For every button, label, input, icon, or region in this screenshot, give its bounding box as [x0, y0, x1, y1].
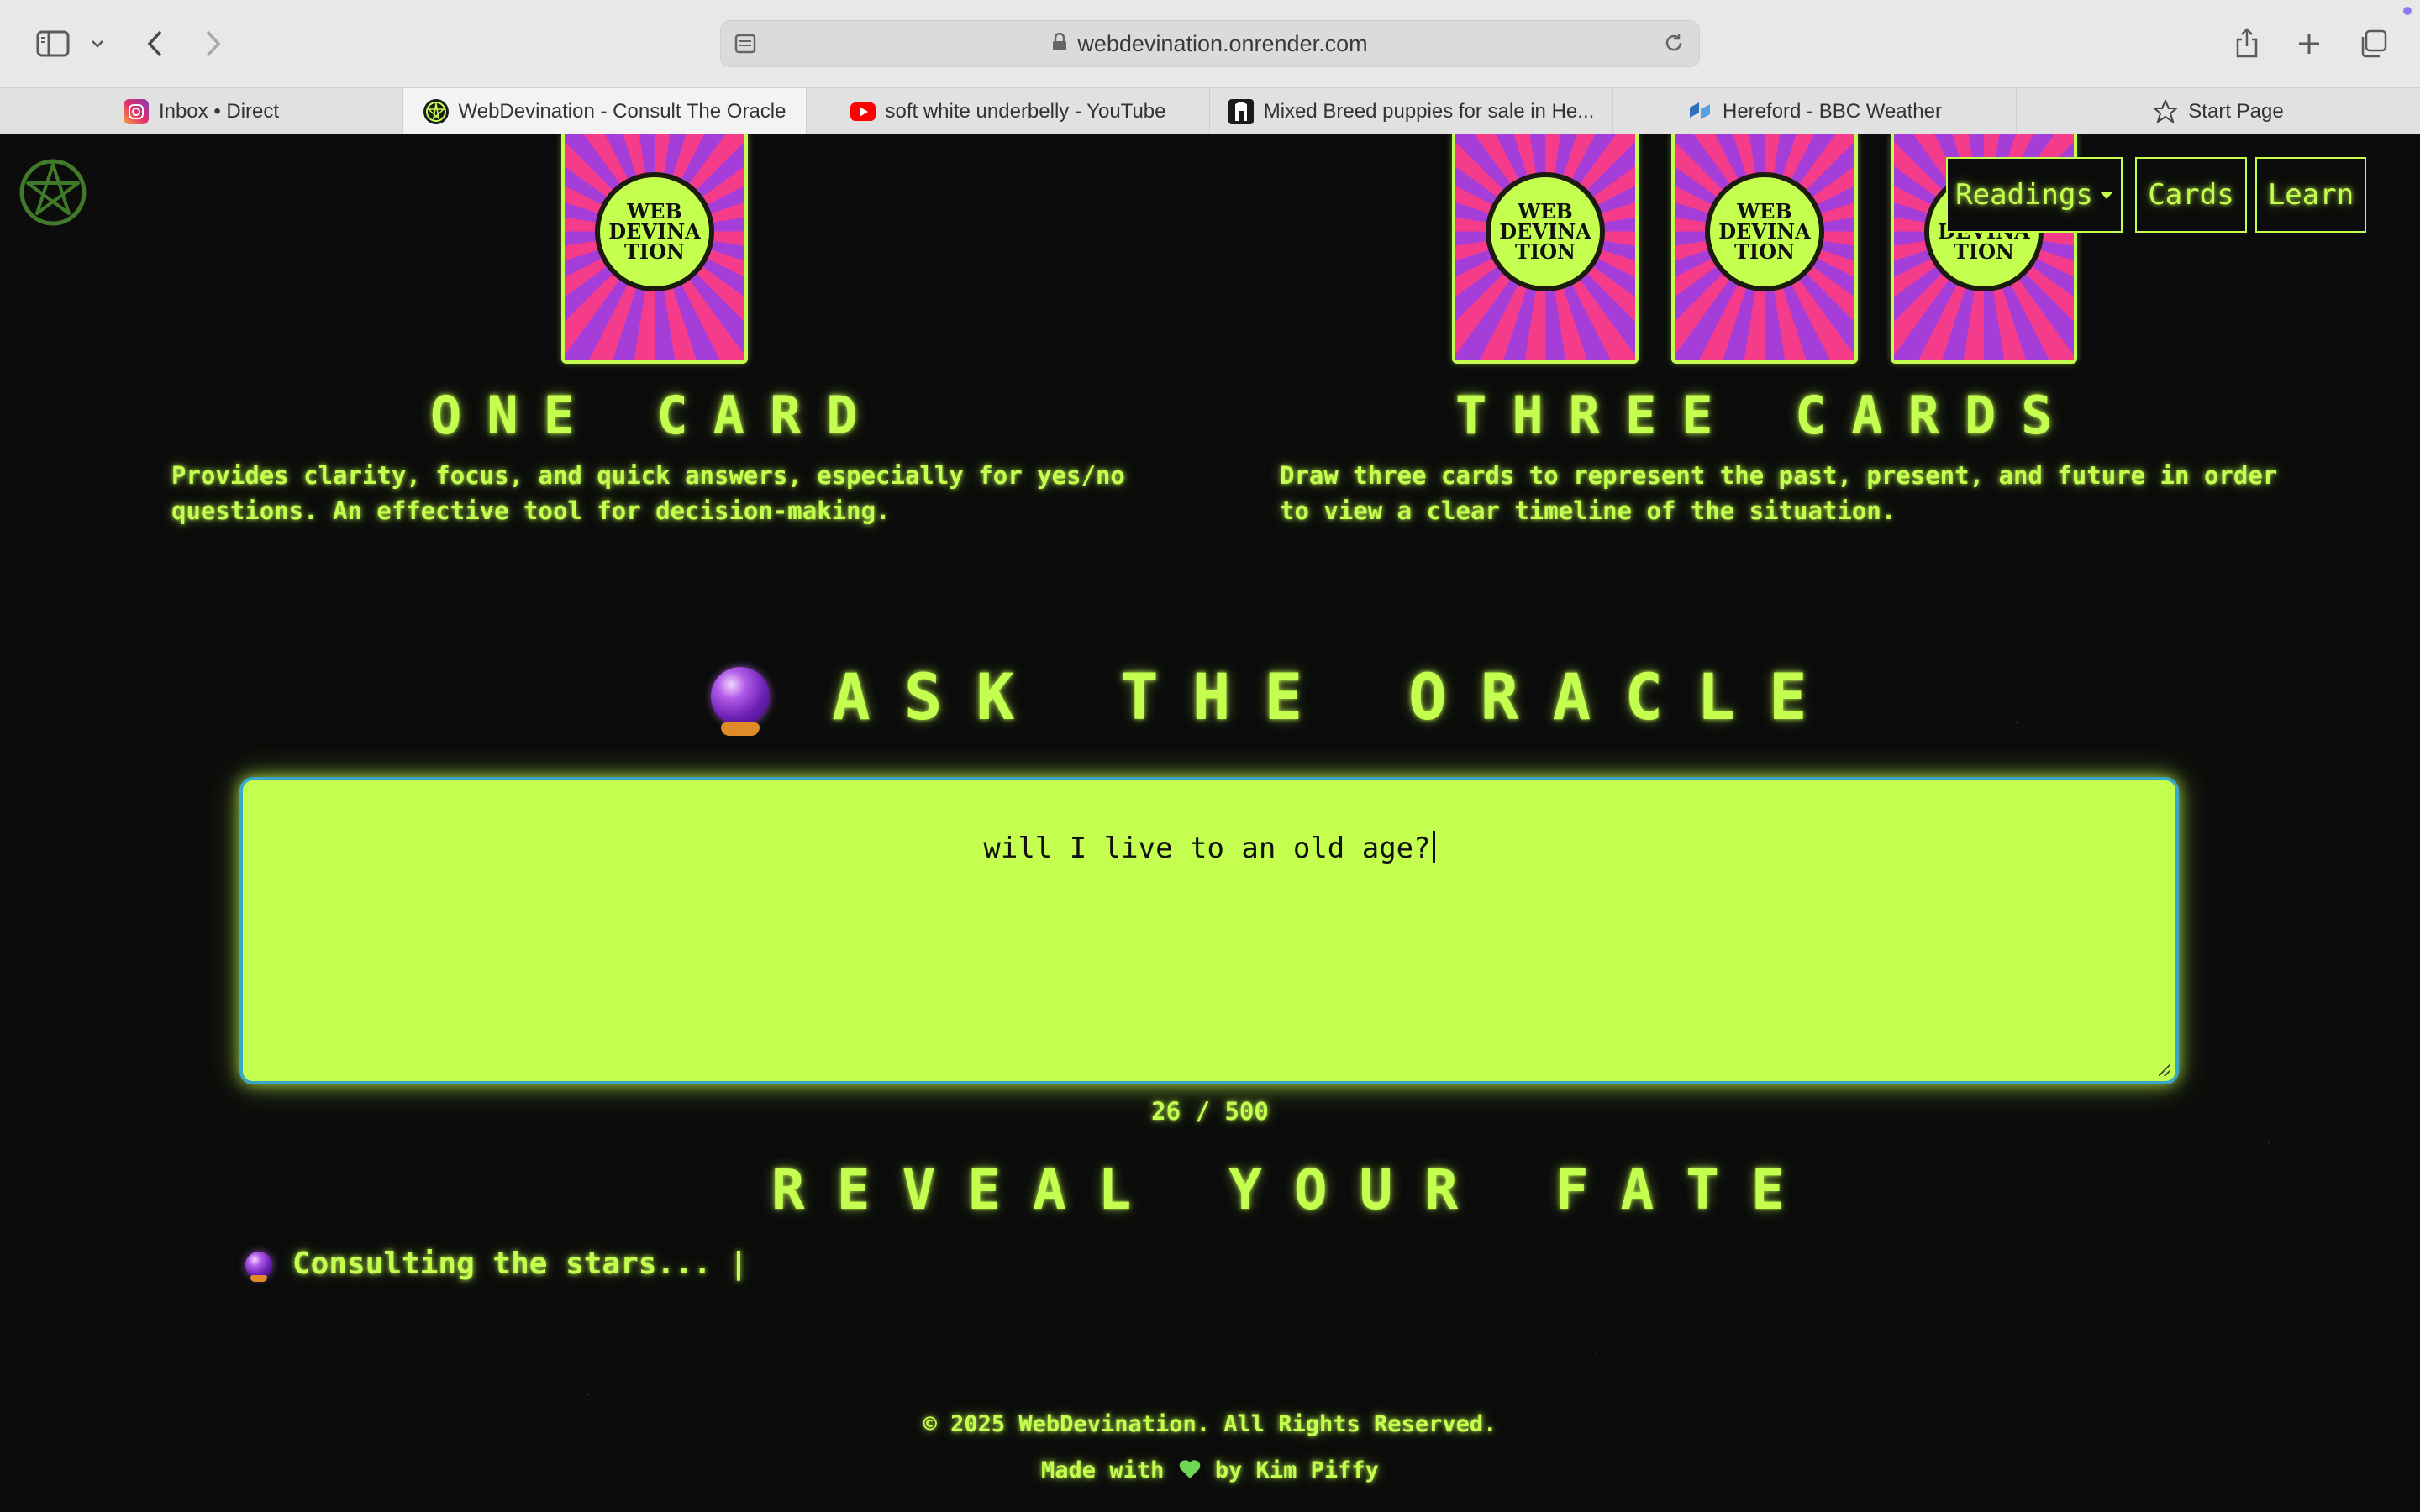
question-textarea[interactable]: will I live to an old age? — [239, 777, 2179, 1084]
nav-learn-link[interactable]: Learn — [2255, 157, 2366, 233]
url-text: webdevination.onrender.com — [1077, 30, 1368, 56]
tab-overview-icon[interactable] — [2356, 25, 2390, 62]
three-cards-description: Draw three cards to represent the past, … — [1280, 458, 2277, 528]
pentagram-icon — [423, 99, 449, 124]
dog-icon — [1228, 99, 1254, 124]
caret-down-icon — [2099, 191, 2113, 199]
star-icon — [2153, 99, 2179, 124]
card-emblem-text: WEB DEVINA TION — [1499, 199, 1591, 264]
address-bar[interactable]: webdevination.onrender.com — [720, 20, 1700, 67]
card-corner-ornament — [1826, 332, 1854, 360]
card-back-emblem: WEB DEVINA TION — [1486, 172, 1605, 291]
three-cards-description-line: to view a clear timeline of the situatio… — [1280, 496, 1897, 525]
back-arrow-icon[interactable] — [139, 25, 170, 62]
card-back-emblem: WEB DEVINA TION — [1705, 172, 1824, 291]
question-text: will I live to an old age? — [983, 832, 1431, 865]
tab-puppies[interactable]: Mixed Breed puppies for sale in He... — [1210, 88, 1613, 135]
browser-chrome: webdevination.onrender.com Inbox • Direc… — [0, 0, 2420, 135]
tab-label: Inbox • Direct — [158, 100, 280, 123]
three-cards-description-line: Draw three cards to represent the past, … — [1280, 461, 2278, 490]
browser-toolbar: webdevination.onrender.com — [0, 0, 2420, 87]
one-card-description-line: Provides clarity, focus, and quick answe… — [171, 461, 1125, 490]
card-corner-ornament — [1455, 332, 1484, 360]
instagram-icon — [123, 99, 149, 124]
share-icon[interactable] — [2230, 25, 2264, 62]
footer-made-with: Made with — [1041, 1457, 1165, 1483]
tab-youtube[interactable]: soft white underbelly - YouTube — [807, 88, 1210, 135]
reload-icon[interactable] — [1662, 31, 1686, 60]
youtube-icon — [850, 102, 876, 121]
sidebar-toggle-icon[interactable] — [32, 25, 74, 62]
tab-webdevination[interactable]: WebDevination - Consult The Oracle — [403, 88, 807, 135]
three-cards-title[interactable]: THREE CARDS — [1455, 385, 2078, 446]
footer-copyright: © 2025 WebDevination. All Rights Reserve… — [923, 1411, 1497, 1437]
weather-icon — [1687, 99, 1712, 124]
one-card-description: Provides clarity, focus, and quick answe… — [171, 458, 1125, 528]
crystal-ball-stand — [721, 722, 760, 736]
site-logo-pentagram-icon[interactable] — [18, 158, 87, 227]
tab-label: soft white underbelly - YouTube — [885, 100, 1166, 123]
card-corner-ornament — [565, 332, 593, 360]
tab-group-chevron-down-icon[interactable] — [87, 25, 108, 62]
crystal-ball-stand — [250, 1275, 267, 1282]
web-page: WEB DEVINA TION WEB DEVINA TION WEB DEVI… — [0, 134, 2420, 1512]
tab-label: Hereford - BBC Weather — [1723, 100, 1942, 123]
notification-dot — [2403, 7, 2412, 15]
one-card-title[interactable]: ONE CARD — [430, 385, 883, 446]
card-corner-ornament — [1675, 332, 1703, 360]
tab-label: WebDevination - Consult The Oracle — [458, 100, 786, 123]
crystal-ball-icon — [711, 667, 770, 726]
tab-label: Start Page — [2188, 100, 2284, 123]
nav-learn-label: Learn — [2267, 178, 2354, 212]
character-counter: 26 / 500 — [1151, 1097, 1269, 1126]
ask-oracle-heading: ASK THE ORACLE — [832, 659, 1841, 734]
card-corner-ornament — [1607, 332, 1635, 360]
one-card-image[interactable]: WEB DEVINA TION — [561, 134, 748, 364]
oracle-status-text: Consulting the stars... | — [292, 1247, 748, 1281]
card-corner-ornament — [1894, 332, 1923, 360]
tab-instagram[interactable]: Inbox • Direct — [0, 88, 403, 135]
one-card-description-line: questions. An effective tool for decisio… — [171, 496, 891, 525]
tab-label: Mixed Breed puppies for sale in He... — [1263, 100, 1595, 123]
card-corner-ornament — [2045, 332, 2074, 360]
nav-readings-label: Readings — [1955, 178, 2093, 212]
tab-bbc-weather[interactable]: Hereford - BBC Weather — [1613, 88, 2017, 135]
heart-icon — [1178, 1459, 1202, 1485]
nav-cards-link[interactable]: Cards — [2135, 157, 2247, 233]
tab-start-page[interactable]: Start Page — [2017, 88, 2420, 135]
lock-icon — [1052, 31, 1067, 57]
forward-arrow-icon[interactable] — [198, 25, 229, 62]
reveal-fate-button[interactable]: REVEAL YOUR FATE — [771, 1158, 1817, 1222]
nav-readings-dropdown[interactable]: Readings — [1946, 157, 2123, 233]
tab-bar: Inbox • Direct WebDevination - Consult T… — [0, 87, 2420, 135]
footer-credit: Made with by Kim Piffy — [0, 1457, 2420, 1485]
card-corner-ornament — [716, 332, 744, 360]
card-emblem-text: WEB DEVINA TION — [608, 199, 701, 264]
resize-handle-icon[interactable] — [2159, 1064, 2170, 1076]
card-emblem-text: WEB DEVINA TION — [1718, 199, 1811, 264]
card-back-emblem: WEB DEVINA TION — [595, 172, 714, 291]
footer-author: by Kim Piffy — [1214, 1457, 1379, 1483]
new-tab-plus-icon[interactable] — [2292, 25, 2326, 62]
page-menu-icon[interactable] — [734, 33, 756, 60]
three-cards-image-2[interactable]: WEB DEVINA TION — [1671, 134, 1858, 364]
three-cards-image-1[interactable]: WEB DEVINA TION — [1452, 134, 1639, 364]
nav-cards-label: Cards — [2148, 178, 2234, 212]
text-cursor — [1432, 831, 1435, 863]
